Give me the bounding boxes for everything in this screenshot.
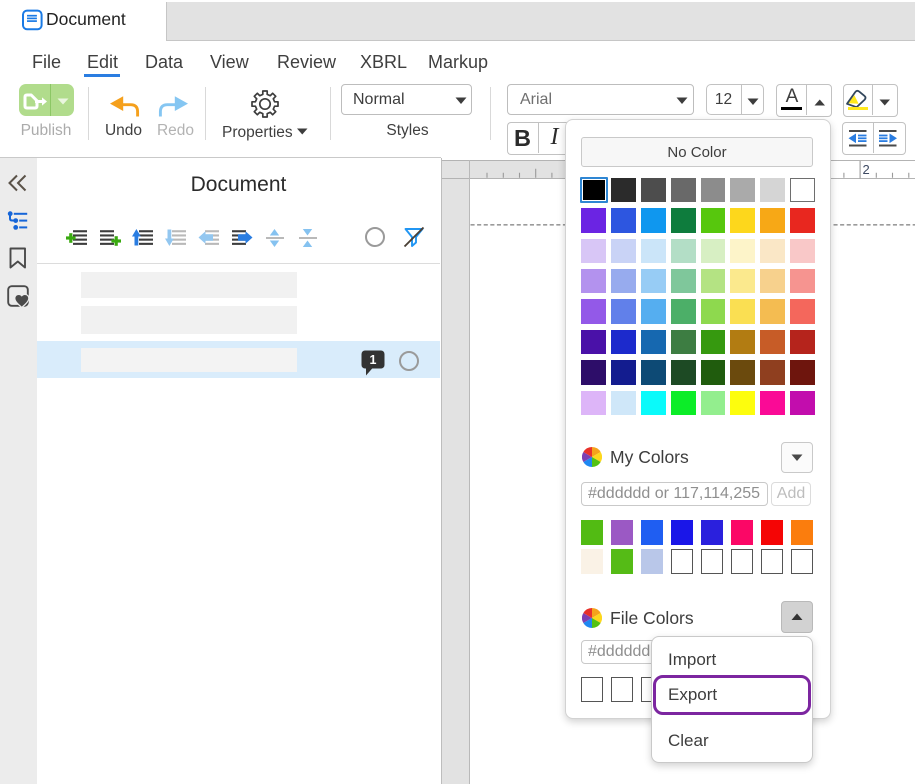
svg-text:1: 1 <box>370 353 377 367</box>
